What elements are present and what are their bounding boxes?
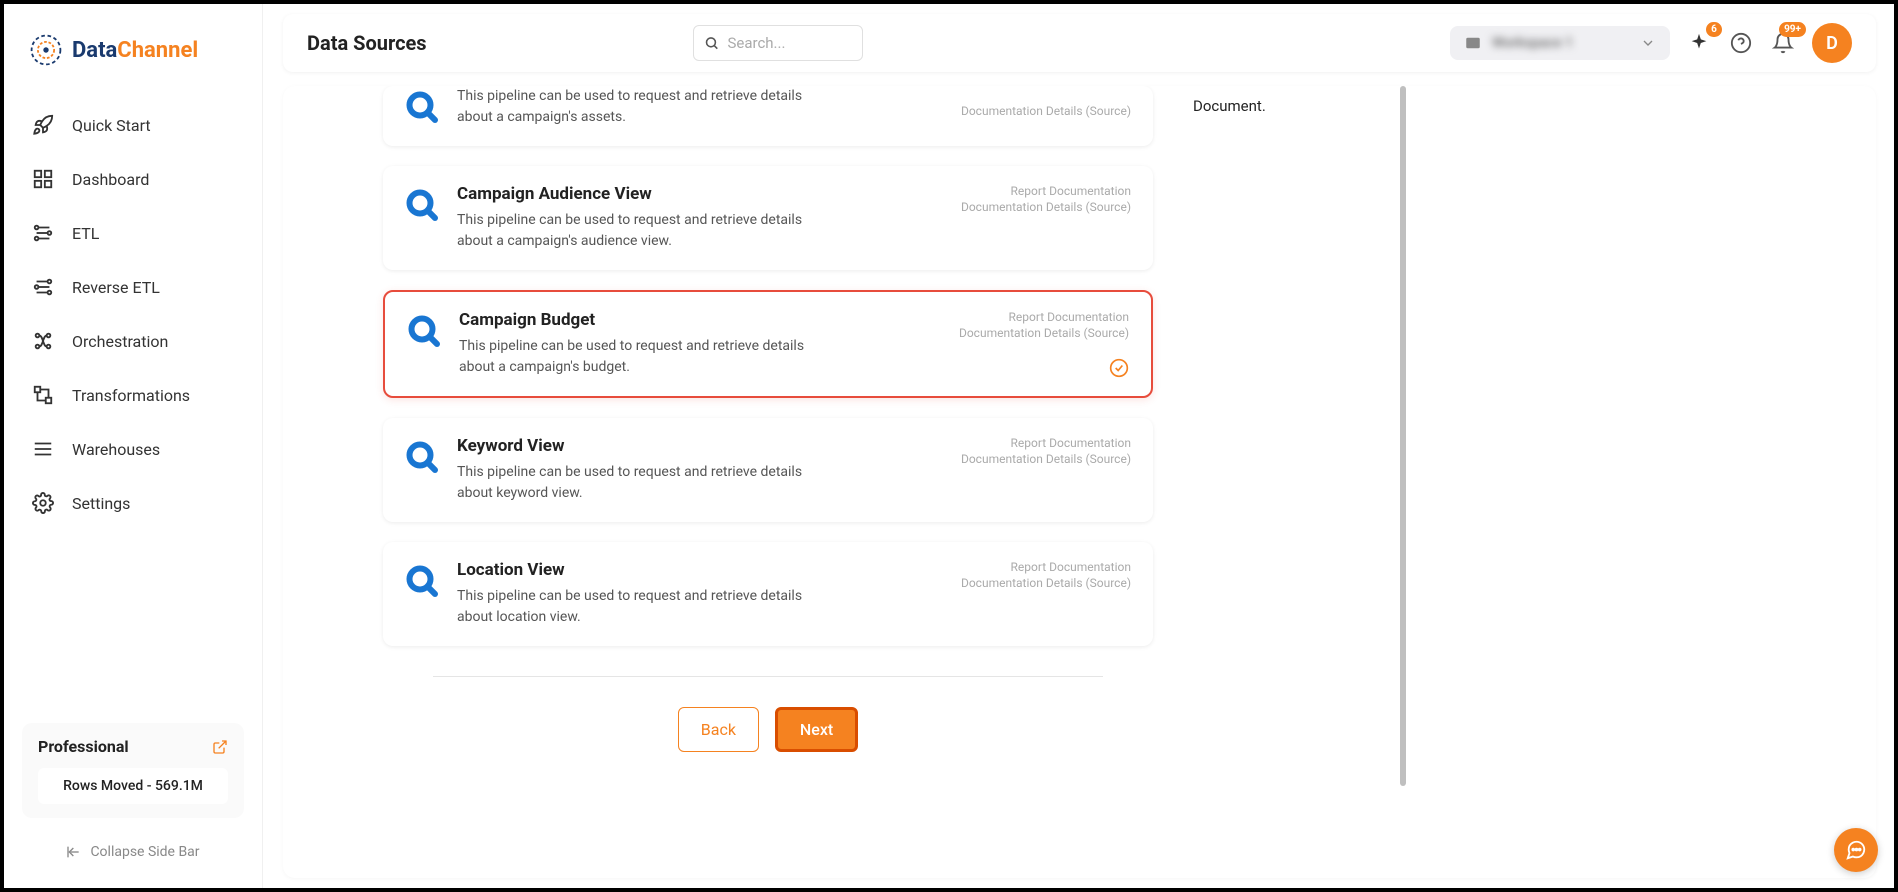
nav-label: Transformations [72,386,190,405]
collapse-sidebar[interactable]: Collapse Side Bar [4,834,262,870]
dashboard-icon [32,168,54,190]
page-title: Data Sources [307,31,427,55]
sidebar-item-reverse-etl[interactable]: Reverse ETL [4,260,262,314]
sidebar-item-settings[interactable]: Settings [4,476,262,530]
etl-icon [32,222,54,244]
pipeline-card[interactable]: Location View This pipeline can be used … [383,542,1153,646]
warehouses-icon [32,438,54,460]
transformations-icon [32,384,54,406]
magnifier-icon [405,188,441,224]
divider [433,676,1103,677]
card-link[interactable]: Documentation Details (Source) [961,452,1131,466]
nav-label: Orchestration [72,332,168,351]
gear-icon [32,492,54,514]
pipeline-list: This pipeline can be used to request and… [383,86,1153,878]
notifications-button[interactable]: 99+ [1770,30,1796,56]
sidebar-item-dashboard[interactable]: Dashboard [4,152,262,206]
sparkle-icon [1688,32,1710,54]
button-row: Back Next [383,707,1153,752]
collapse-label: Collapse Side Bar [90,844,199,860]
notifications-badge: 99+ [1779,22,1806,37]
doc-text: Document. [1193,97,1266,115]
rows-moved: Rows Moved - 569.1M [38,768,228,804]
card-link[interactable]: Documentation Details (Source) [961,200,1131,214]
card-link[interactable]: Report Documentation [961,560,1131,574]
chevron-down-icon [1640,35,1656,51]
card-desc: This pipeline can be used to request and… [457,586,837,628]
logo-icon [28,32,64,68]
pipeline-card[interactable]: Campaign Audience View This pipeline can… [383,166,1153,270]
nav: Quick Start Dashboard ETL Reverse ETL Or… [4,98,262,723]
help-icon [1730,32,1752,54]
logo-text: DataChannel [72,38,198,63]
scrollbar[interactable] [1400,86,1406,786]
check-circle-icon [1109,358,1129,378]
sparkle-badge: 6 [1706,22,1722,37]
topbar: Data Sources Workspace 1 6 99+ D [283,14,1876,72]
search-icon [704,34,719,52]
next-button[interactable]: Next [775,707,858,752]
sparkle-button[interactable]: 6 [1686,30,1712,56]
magnifier-icon [405,440,441,476]
card-desc: This pipeline can be used to request and… [459,336,839,378]
sidebar-item-orchestration[interactable]: Orchestration [4,314,262,368]
workspace-icon [1464,34,1482,52]
nav-label: Reverse ETL [72,278,160,297]
back-button[interactable]: Back [678,707,759,752]
magnifier-icon [405,90,441,126]
top-icons: 6 99+ D [1686,23,1852,63]
search-input[interactable] [727,34,852,52]
card-desc: This pipeline can be used to request and… [457,462,837,504]
sidebar: DataChannel Quick Start Dashboard ETL Re… [4,4,263,888]
card-link[interactable]: Report Documentation [961,184,1131,198]
external-link-icon[interactable] [212,739,228,755]
avatar[interactable]: D [1812,23,1852,63]
main-panel: This pipeline can be used to request and… [283,86,1876,878]
card-link[interactable]: Documentation Details (Source) [959,326,1129,340]
plan-name: Professional [38,737,129,756]
card-desc: This pipeline can be used to request and… [457,86,837,128]
magnifier-icon [407,314,443,350]
nav-label: Quick Start [72,116,151,135]
nav-label: Warehouses [72,440,160,459]
sidebar-item-quickstart[interactable]: Quick Start [4,98,262,152]
workspace-label: Workspace 1 [1492,35,1630,51]
workspace-dropdown[interactable]: Workspace 1 [1450,26,1670,60]
right-panel: Document. [1193,86,1573,878]
rocket-icon [32,114,54,136]
pipeline-card[interactable]: This pipeline can be used to request and… [383,86,1153,146]
sidebar-item-transformations[interactable]: Transformations [4,368,262,422]
sidebar-item-warehouses[interactable]: Warehouses [4,422,262,476]
orchestration-icon [32,330,54,352]
nav-label: Dashboard [72,170,149,189]
chat-fab[interactable] [1834,828,1878,872]
nav-label: Settings [72,494,130,513]
plan-box: Professional Rows Moved - 569.1M [22,723,244,818]
reverse-etl-icon [32,276,54,298]
logo[interactable]: DataChannel [4,22,262,98]
search-box[interactable] [693,25,863,61]
card-desc: This pipeline can be used to request and… [457,210,837,252]
card-link[interactable]: Report Documentation [961,436,1131,450]
sidebar-item-etl[interactable]: ETL [4,206,262,260]
help-button[interactable] [1728,30,1754,56]
card-link[interactable]: Report Documentation [959,310,1129,324]
pipeline-card-selected[interactable]: Campaign Budget This pipeline can be use… [383,290,1153,398]
card-link[interactable]: Documentation Details (Source) [961,576,1131,590]
magnifier-icon [405,564,441,600]
nav-label: ETL [72,224,99,243]
pipeline-card[interactable]: Keyword View This pipeline can be used t… [383,418,1153,522]
collapse-icon [66,844,82,860]
card-link[interactable]: Documentation Details (Source) [961,104,1131,118]
chat-icon [1845,839,1867,861]
